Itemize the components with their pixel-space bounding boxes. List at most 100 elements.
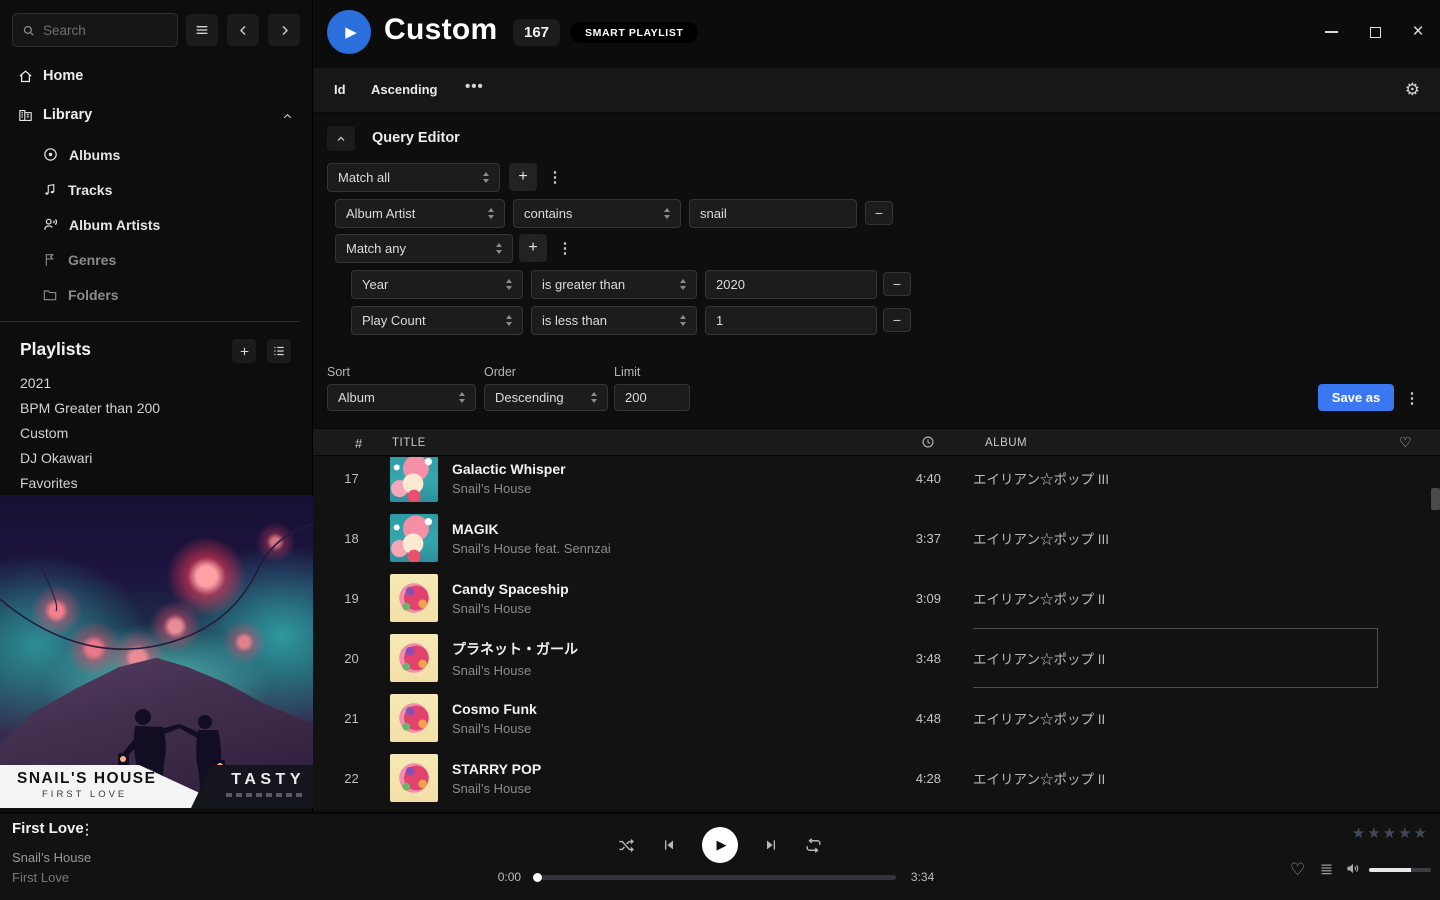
playlist-item-custom[interactable]: Custom [0, 420, 312, 445]
subrule-group-menu-button[interactable]: ⋮ [557, 234, 573, 262]
rating-star-icon[interactable]: ★ [1367, 824, 1380, 842]
queue-icon[interactable] [1318, 862, 1335, 877]
rule-group-menu-button[interactable]: ⋮ [547, 163, 563, 191]
now-playing-artist[interactable]: Snail’s House [12, 850, 91, 865]
sidebar-item-library[interactable]: Library [0, 101, 312, 129]
rating-stars[interactable]: ★★★★★ [1352, 824, 1427, 842]
next-track-icon[interactable] [763, 837, 779, 853]
rule-operator-select[interactable]: contains [513, 199, 681, 228]
playlist-item-dj-okawari[interactable]: DJ Okawari [0, 445, 312, 470]
track-list: 17 Galactic Whisper Snail’s House 4:40 エ… [313, 457, 1440, 810]
remove-subrule2-button[interactable]: − [883, 308, 911, 332]
rating-star-icon[interactable]: ★ [1383, 824, 1396, 842]
playlist-item-2021[interactable]: 2021 [0, 370, 312, 395]
rule-value-input[interactable] [700, 206, 846, 221]
rating-star-icon[interactable]: ★ [1398, 824, 1411, 842]
order-select[interactable]: Descending [484, 384, 608, 411]
rule-field-select[interactable]: Album Artist [335, 199, 505, 228]
subrule-value-input[interactable] [716, 277, 866, 292]
table-row[interactable]: 20 プラネット・ガール Snail’s House 3:48 エイリアン☆ポッ… [313, 628, 1440, 688]
forward-button[interactable] [268, 14, 300, 46]
scrollbar-thumb[interactable] [1431, 488, 1440, 510]
duration-clock-icon[interactable] [921, 435, 935, 449]
remove-rule-button[interactable]: − [865, 201, 893, 225]
sidebar-item-genres[interactable]: Genres [0, 242, 312, 277]
now-playing-album[interactable]: First Love [12, 870, 69, 885]
minimize-button[interactable] [1323, 24, 1339, 40]
shuffle-icon[interactable] [617, 836, 636, 855]
sidebar-item-albums[interactable]: Albums [0, 137, 312, 172]
playlist-item-favorites[interactable]: Favorites [0, 470, 312, 495]
remove-subrule-button[interactable]: − [883, 272, 911, 296]
subrule2-value-input[interactable] [716, 313, 866, 328]
track-album[interactable]: エイリアン☆ポップ II [973, 568, 1388, 628]
now-playing-title[interactable]: First Love [12, 820, 84, 837]
sidebar-item-folders[interactable]: Folders [0, 277, 312, 312]
rating-star-icon[interactable]: ★ [1414, 824, 1427, 842]
close-button[interactable]: × [1410, 24, 1426, 40]
favorite-heart-icon[interactable]: ♡ [1399, 434, 1412, 451]
playlist-list-button[interactable] [267, 339, 291, 363]
seek-handle[interactable] [533, 873, 542, 882]
add-playlist-button[interactable] [232, 339, 256, 363]
table-row[interactable]: 22 STARRY POP Snail’s House 4:28 エイリアン☆ポ… [313, 748, 1440, 808]
sidebar-item-tracks[interactable]: Tracks [0, 172, 312, 207]
play-pause-button[interactable]: ▶ [702, 827, 738, 863]
menu-button[interactable] [186, 14, 218, 46]
track-artist: Snail’s House feat. Sennzai [452, 541, 851, 556]
subrule2-value-field[interactable] [705, 306, 877, 335]
repeat-icon[interactable] [804, 836, 823, 855]
subrule-value-field[interactable] [705, 270, 877, 299]
query-editor-collapse-button[interactable] [327, 126, 355, 151]
track-album[interactable]: エイリアン☆ポップ II [973, 688, 1388, 748]
add-rule-button[interactable]: + [509, 163, 537, 191]
sort-order-button[interactable]: Ascending [371, 82, 437, 97]
limit-field[interactable] [614, 384, 690, 411]
play-playlist-button[interactable]: ▶ [327, 10, 371, 54]
track-album[interactable]: エイリアン☆ポップ II [973, 748, 1388, 808]
match-any-select[interactable]: Match any [335, 234, 513, 263]
query-menu-button[interactable]: ⋮ [1404, 384, 1420, 412]
sidebar-item-home[interactable]: Home [0, 62, 312, 90]
rating-star-icon[interactable]: ★ [1352, 824, 1365, 842]
column-album[interactable]: ALBUM [985, 437, 1027, 449]
now-playing-menu-button[interactable]: ⋮ [80, 821, 94, 838]
subrule-field-select[interactable]: Year [351, 270, 523, 299]
player-bar: First Love ⋮ Snail’s House First Love ▶ … [0, 812, 1440, 900]
search-box[interactable] [12, 13, 178, 47]
rule-value-field[interactable] [689, 199, 857, 228]
favorite-button[interactable]: ♡ [1290, 860, 1305, 880]
table-row[interactable]: 21 Cosmo Funk Snail’s House 4:48 エイリアン☆ポ… [313, 688, 1440, 748]
table-row[interactable]: 19 Candy Spaceship Snail’s House 3:09 エイ… [313, 568, 1440, 628]
subrule2-operator-select[interactable]: is less than [531, 306, 697, 335]
add-subrule-button[interactable]: + [519, 234, 547, 262]
playlist-item-bpm-greater-than-200[interactable]: BPM Greater than 200 [0, 395, 312, 420]
column-index[interactable]: # [355, 436, 363, 451]
subrule2-field-select[interactable]: Play Count [351, 306, 523, 335]
column-title[interactable]: TITLE [392, 437, 426, 449]
volume-slider[interactable] [1369, 868, 1431, 872]
limit-input[interactable] [625, 390, 679, 405]
sort-field-button[interactable]: Id [334, 82, 346, 97]
sort-select[interactable]: Album [327, 384, 476, 411]
volume-icon[interactable] [1344, 861, 1362, 876]
track-album[interactable]: エイリアン☆ポップ III [973, 508, 1388, 568]
search-input[interactable] [43, 23, 169, 38]
sidebar-item-album-artists[interactable]: Album Artists [0, 207, 312, 242]
save-as-button[interactable]: Save as [1318, 384, 1394, 411]
table-row[interactable]: 17 Galactic Whisper Snail’s House 4:40 エ… [313, 457, 1440, 508]
track-album[interactable]: エイリアン☆ポップ II [973, 628, 1388, 688]
maximize-button[interactable] [1367, 24, 1383, 40]
seek-slider[interactable] [534, 875, 896, 880]
track-album[interactable]: エイリアン☆ポップ III [973, 457, 1388, 508]
more-options-button[interactable]: ••• [465, 78, 484, 95]
rule-field-value: Album Artist [346, 206, 482, 221]
subrule-operator-select[interactable]: is greater than [531, 270, 697, 299]
match-all-select[interactable]: Match all [327, 163, 500, 192]
back-button[interactable] [227, 14, 259, 46]
previous-track-icon[interactable] [661, 837, 677, 853]
gear-icon[interactable]: ⚙ [1405, 80, 1420, 100]
table-row[interactable]: 18 MAGIK Snail’s House feat. Sennzai 3:3… [313, 508, 1440, 568]
now-playing-album-art[interactable]: SNAIL'S HOUSE FIRST LOVE TASTY [0, 495, 313, 808]
collapse-chevron-icon[interactable] [281, 110, 294, 123]
